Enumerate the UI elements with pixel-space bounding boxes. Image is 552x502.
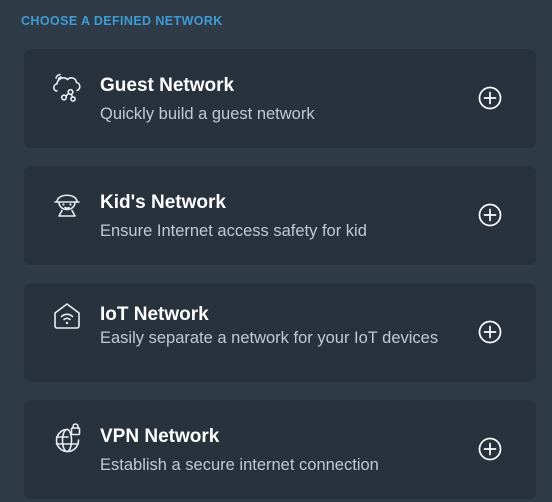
card-title: IoT Network bbox=[100, 304, 209, 325]
card-title: Kid's Network bbox=[100, 192, 226, 213]
card-iot-network[interactable]: IoT Network Easily separate a network fo… bbox=[24, 283, 536, 382]
smart-home-wifi-icon bbox=[51, 300, 83, 332]
card-description: Quickly build a guest network bbox=[100, 105, 315, 123]
card-title: Guest Network bbox=[100, 75, 235, 96]
section-title: CHOOSE A DEFINED NETWORK bbox=[21, 14, 223, 28]
card-description: Ensure Internet access safety for kid bbox=[100, 222, 367, 240]
card-guest-network[interactable]: Guest Network Quickly build a guest netw… bbox=[24, 49, 536, 148]
kid-face-icon bbox=[51, 188, 83, 220]
card-kids-network[interactable]: Kid's Network Ensure Internet access saf… bbox=[24, 166, 536, 265]
card-title: VPN Network bbox=[100, 426, 220, 447]
add-circle-icon[interactable] bbox=[478, 86, 502, 110]
card-description: Establish a secure internet connection bbox=[100, 456, 379, 474]
card-description: Easily separate a network for your IoT d… bbox=[100, 329, 439, 347]
add-circle-icon[interactable] bbox=[478, 203, 502, 227]
globe-lock-icon bbox=[51, 422, 83, 454]
add-circle-icon[interactable] bbox=[478, 320, 502, 344]
add-circle-icon[interactable] bbox=[478, 437, 502, 461]
card-vpn-network[interactable]: VPN Network Establish a secure internet … bbox=[24, 400, 536, 499]
cloud-network-icon bbox=[51, 71, 83, 103]
